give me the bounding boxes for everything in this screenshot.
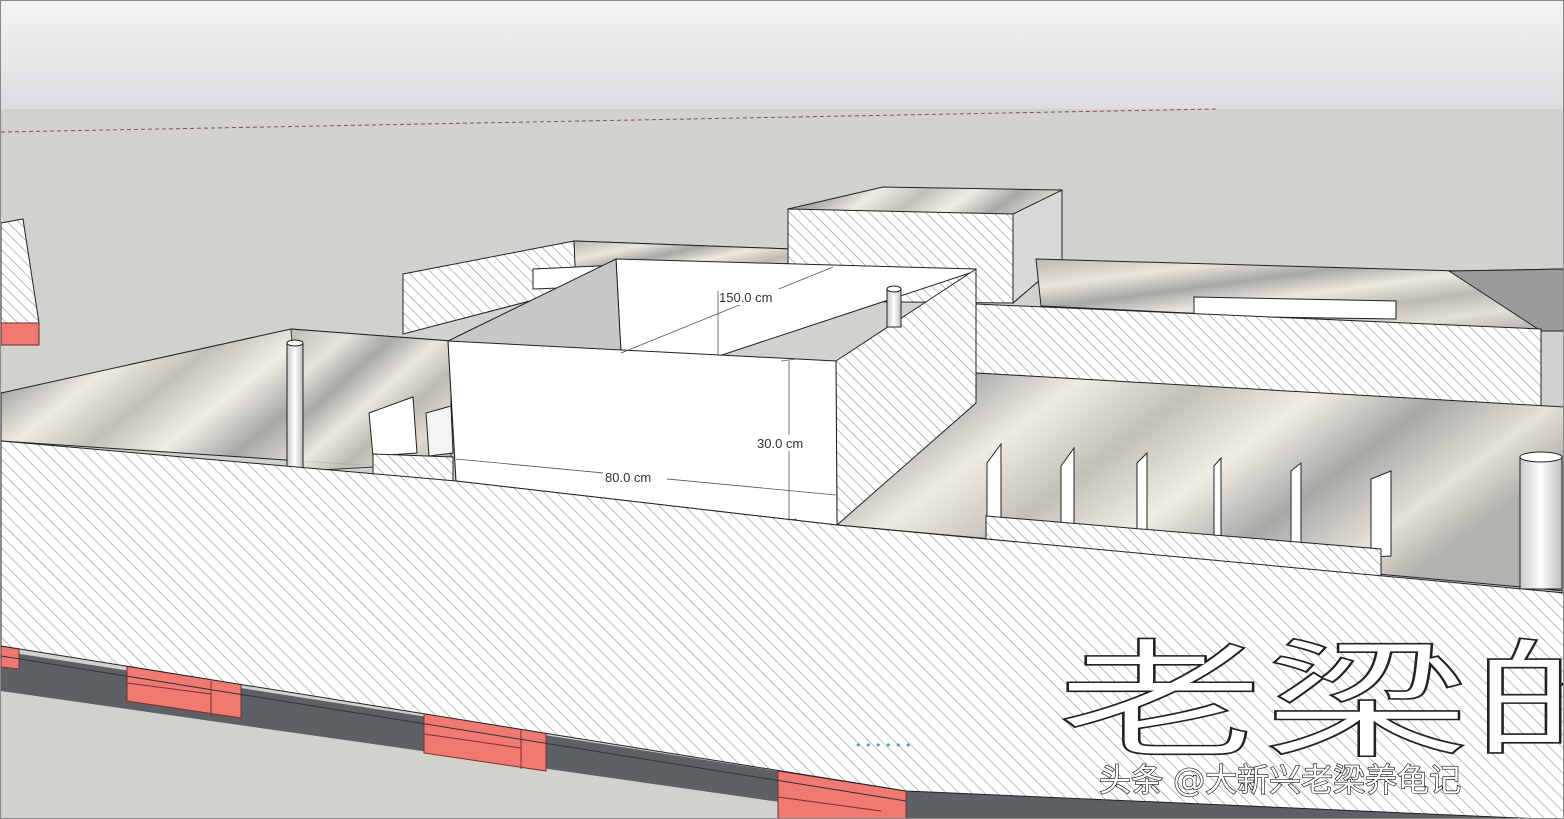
center-box-pipe[interactable]: [886, 288, 902, 328]
dimension-length-label: 150.0 cm: [719, 290, 772, 305]
dimension-width-label: 80.0 cm: [605, 470, 651, 485]
right-tank-pipe[interactable]: [1519, 456, 1563, 590]
left-tank-pipe[interactable]: [286, 342, 304, 472]
wall-signage-text: 老梁的: [1057, 628, 1564, 777]
watermark-text: 头条 @大新兴老梁养龟记: [1099, 761, 1461, 799]
3d-scene[interactable]: 150.0 cm 30.0 cm 80.0 cm 老梁的 • • • • • •…: [1, 1, 1564, 819]
sky: [1, 1, 1563, 109]
progress-dots: • • • • • •: [855, 739, 911, 752]
modeling-viewport[interactable]: 150.0 cm 30.0 cm 80.0 cm 老梁的 • • • • • •…: [0, 0, 1564, 819]
dimension-height-label: 30.0 cm: [757, 436, 803, 451]
